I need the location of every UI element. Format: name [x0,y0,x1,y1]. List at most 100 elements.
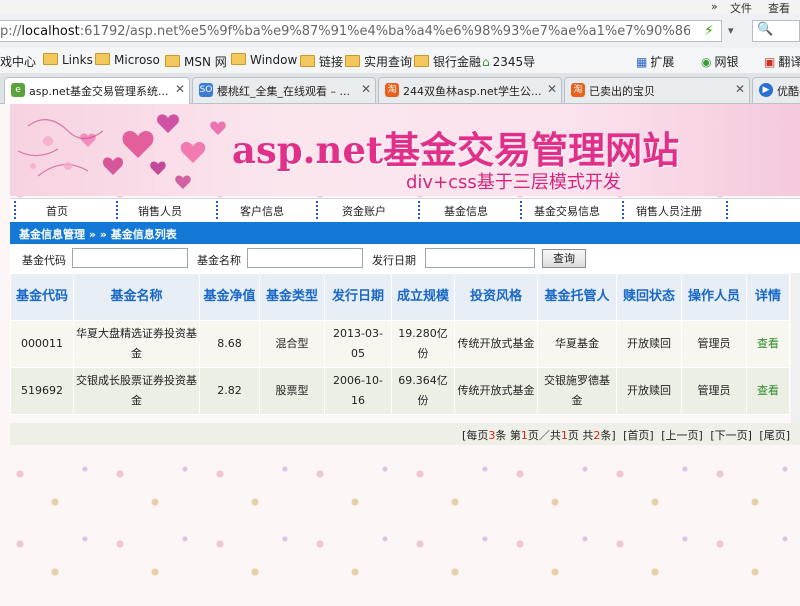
bookmark-item[interactable]: Window [231,53,297,67]
bookmark-item[interactable]: 银行金融 [414,53,481,70]
tab-youku[interactable]: ▶ 优酷- [752,77,800,103]
close-icon[interactable]: ✕ [735,82,745,96]
search-engine-box[interactable]: 🔍 [752,20,800,42]
url-prefix: p:// [0,24,22,39]
tab-title: 已卖出的宝贝 [589,85,655,98]
nav-separator [216,201,218,219]
shop-icon: 淘 [385,83,399,97]
breadcrumb: 基金信息管理 » » 基金信息列表 [10,222,800,244]
cell-nav: 2.82 [199,367,260,415]
tab-student[interactable]: 淘 244双鱼林asp.net学生公... ✕ [378,77,562,103]
nav-separator [116,201,118,219]
cell-redeem-status: 开放赎回 [616,367,682,415]
nav-register[interactable]: 销售人员注册 [636,203,702,219]
pagination-text: [每页3条 第1页／共1页 共2条] [首页] [上一页] [下一页] [尾页] [462,427,790,443]
nav-separator [316,201,318,219]
bookmark-item[interactable]: ⌂ 2345导 [482,53,535,70]
menu-chevron[interactable]: » [711,0,718,13]
tab-title: asp.net基金交易管理系统... [29,85,169,98]
next-page-link[interactable]: [下一页] [710,429,752,442]
site-title: asp.net基金交易管理网站 [232,128,680,172]
dropdown-icon[interactable]: ▾ [728,24,734,37]
fund-name-input[interactable] [247,248,363,268]
pager-text: 页／共 [527,429,561,442]
cell-fund-code: 519692 [10,367,74,415]
url-host: localhost [21,24,80,39]
cell-issue-date: 2006-10-16 [324,367,392,415]
nav-separator [520,201,522,219]
prev-page-link[interactable]: [上一页] [661,429,703,442]
cell-scale: 19.280亿份 [391,320,455,368]
url-path: :61792/asp.net%e5%9f%ba%e9%87%91%e4%ba%a… [79,24,690,39]
bookmark-item[interactable]: 实用查询 [345,53,412,70]
cell-fund-type: 股票型 [259,367,325,415]
browser-menubar: » 文件 查看 [0,0,800,15]
video-site-icon: SO [199,83,213,97]
fund-code-input[interactable] [72,248,188,268]
fund-table: 基金代码 基金名称 基金净值 基金类型 发行日期 成立规模 投资风格 基金托管人… [10,273,790,415]
tab-fund-system[interactable]: e asp.net基金交易管理系统... ✕ [4,77,190,104]
cell-custodian: 交银施罗德基金 [537,367,617,415]
cell-redeem-status: 开放赎回 [616,320,682,368]
vertical-scrollbar[interactable] [791,273,800,423]
close-icon[interactable]: ✕ [547,82,557,96]
pagination-bar: [每页3条 第1页／共1页 共2条] [首页] [上一页] [下一页] [尾页] [10,423,800,445]
first-page-link[interactable]: [首页] [623,429,654,442]
nav-separator [622,201,624,219]
folder-icon [95,53,110,65]
breadcrumb-text: 基金信息管理 » » 基金信息列表 [19,228,177,241]
site-icon: ⌂ [482,55,490,69]
translate-button[interactable]: ▣ 翻译 [764,53,800,70]
address-bar: p://localhost:61792/asp.net%e5%9f%ba%e9%… [0,14,800,49]
bookmark-item[interactable]: MSN 网 [165,53,227,70]
col-header: 发行日期 [324,273,392,321]
play-icon: ▶ [759,83,773,97]
nav-account[interactable]: 资金账户 [342,203,386,219]
close-icon[interactable]: ✕ [361,82,371,96]
bookmark-item[interactable]: Microso [95,53,160,67]
cell-fund-code: 000011 [10,320,74,368]
nav-customer[interactable]: 客户信息 [240,203,284,219]
pager-text: 条 第 [495,429,521,442]
pager-text: 条] [600,429,616,442]
nav-fund-info[interactable]: 基金信息 [444,203,488,219]
col-header: 成立规模 [391,273,455,321]
query-button[interactable]: 查询 [542,249,586,268]
cell-issue-date: 2013-03-05 [324,320,392,368]
nav-salesperson[interactable]: 销售人员 [138,203,182,219]
ebank-button[interactable]: ◉ 网银 [701,53,739,70]
close-icon[interactable]: ✕ [175,82,185,96]
tab-title: 樱桃红_全集_在线观看 – ... [217,85,350,98]
cell-operator: 管理员 [681,367,747,415]
nav-fund-trade[interactable]: 基金交易信息 [534,203,600,219]
shop-icon: 淘 [571,83,585,97]
bookmark-item[interactable]: 链接 [300,53,343,70]
col-header: 基金净值 [199,273,260,321]
view-detail-link[interactable]: 查看 [746,367,790,415]
grid-icon: ▦ [636,55,648,69]
folder-icon [345,55,360,67]
tab-bar: e asp.net基金交易管理系统... ✕ SO 樱桃红_全集_在线观看 – … [0,73,800,104]
url-input[interactable]: p://localhost:61792/asp.net%e5%9f%ba%e9%… [0,20,722,42]
bookmark-item[interactable]: Links [43,53,93,67]
view-detail-link[interactable]: 查看 [746,320,790,368]
cell-fund-name: 华夏大盘精选证券投资基金 [73,320,200,368]
translate-icon: ▣ [764,55,776,69]
last-page-link[interactable]: [尾页] [759,429,790,442]
hearts-decoration [18,114,226,189]
page-icon: e [11,83,25,97]
issue-date-input[interactable] [425,248,535,268]
pager-text: [每页 [462,429,489,442]
tab-video[interactable]: SO 樱桃红_全集_在线观看 – ... ✕ [192,77,376,103]
table-row: 000011 华夏大盘精选证券投资基金 8.68 混合型 2013-03-05 … [10,320,790,368]
col-header: 投资风格 [454,273,538,321]
extension-button[interactable]: ▦ 扩展 [636,53,674,70]
tab-title: 优酷- [777,85,800,98]
nav-home[interactable]: 首页 [46,203,68,219]
page-viewport: asp.net基金交易管理网站 div+css基于三层模式开发 首页 销售人员 … [0,104,800,606]
tab-sold-items[interactable]: 淘 已卖出的宝贝 ✕ [564,77,750,103]
bookmark-item[interactable]: 戏中心 [0,53,36,70]
lightning-icon[interactable]: ⚡ [704,23,714,39]
search-form: 基金代码 基金名称 发行日期 查询 [10,245,800,273]
col-header: 基金托管人 [537,273,617,321]
